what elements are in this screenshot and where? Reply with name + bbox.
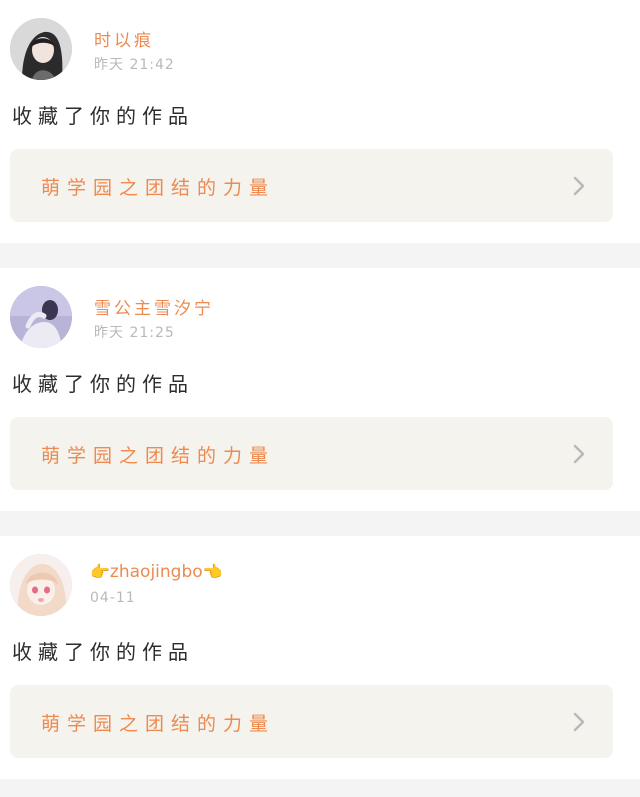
pointing-left-emoji-icon: 👈: [202, 562, 223, 581]
action-text: 收藏了你的作品: [12, 372, 194, 396]
avatar-anime-pink-hair-icon: [10, 554, 72, 616]
work-title: 萌学园之团结的力量: [41, 713, 276, 735]
timestamp: 04-11: [90, 590, 136, 606]
notification-card: 时以痕 昨天 21:42 收藏了你的作品 萌学园之团结的力量: [0, 0, 640, 243]
user-name-text: zhaojingbo: [109, 562, 203, 582]
timestamp: 昨天 21:42: [94, 57, 175, 73]
notification-card: 雪公主雪汐宁 昨天 21:25 收藏了你的作品 萌学园之团结的力量: [0, 268, 640, 511]
timestamp: 昨天 21:25: [94, 325, 175, 341]
work-link-card[interactable]: 萌学园之团结的力量: [10, 417, 613, 490]
avatar-dark-hair-girl-icon: [10, 18, 72, 80]
user-avatar[interactable]: [10, 286, 72, 348]
work-title: 萌学园之团结的力量: [41, 445, 276, 467]
notification-feed: 时以痕 昨天 21:42 收藏了你的作品 萌学园之团结的力量 雪公主雪汐宁 昨天…: [0, 0, 640, 797]
work-title: 萌学园之团结的力量: [41, 177, 276, 199]
action-text: 收藏了你的作品: [12, 104, 194, 128]
chevron-right-icon: [573, 712, 585, 732]
user-avatar[interactable]: [10, 18, 72, 80]
chevron-right-icon: [573, 176, 585, 196]
user-name[interactable]: 时以痕: [94, 26, 154, 51]
action-text: 收藏了你的作品: [12, 640, 194, 664]
avatar-girl-lavender-sky-icon: [10, 286, 72, 348]
work-link-card[interactable]: 萌学园之团结的力量: [10, 685, 613, 758]
section-divider: [0, 243, 640, 268]
work-link-card[interactable]: 萌学园之团结的力量: [10, 149, 613, 222]
pointing-right-emoji-icon: 👉: [90, 562, 110, 581]
user-avatar[interactable]: [10, 554, 72, 616]
user-name[interactable]: 👉zhaojingbo👈: [90, 562, 223, 582]
section-divider: [0, 511, 640, 536]
user-name[interactable]: 雪公主雪汐宁: [94, 294, 214, 319]
section-divider: [0, 779, 640, 797]
chevron-right-icon: [573, 444, 585, 464]
notification-card: 👉zhaojingbo👈 04-11 收藏了你的作品 萌学园之团结的力量: [0, 536, 640, 779]
